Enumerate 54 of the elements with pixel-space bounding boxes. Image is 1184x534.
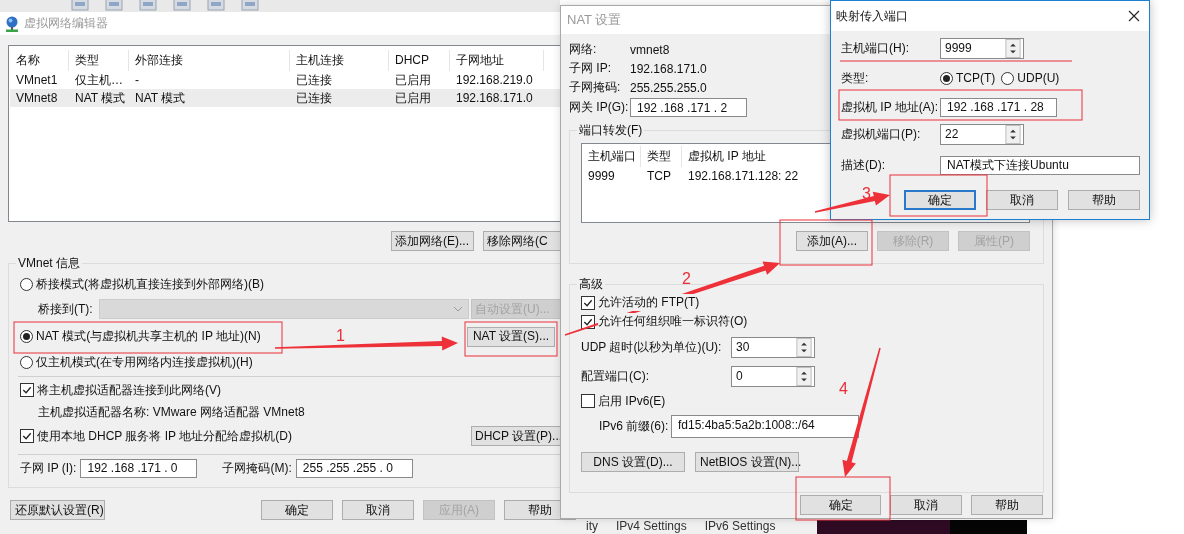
group-title: VMnet 信息 (17, 255, 81, 272)
step-number: 4 (839, 380, 848, 397)
info-value: vmnet8 (630, 42, 670, 57)
table-cell-text: 192.168.219.0 (455, 73, 534, 87)
field-label: 虚拟机端口(P): (841, 125, 922, 143)
table-cell-text: 9999 (587, 169, 616, 183)
radio-label: NAT 模式(与虚拟机共享主机的 IP 地址)(N) (36, 328, 261, 345)
radio-label: 仅主机模式(在专用网络内连接虚拟机)(H) (36, 353, 253, 371)
field-label: 类型: (841, 69, 870, 87)
radio-label: 桥接模式(将虚拟机直接连接到外部网络)(B) (36, 275, 264, 293)
radio-label: UDP(U) (1017, 71, 1060, 85)
field-label: 桥接到(T): (38, 300, 93, 318)
field-label: 虚拟机 IP 地址(A): (841, 98, 940, 116)
table-cell-text: TCP (646, 169, 672, 183)
window-title: NAT 设置 (567, 11, 622, 29)
table-cell-text: 192.168.171.128: 22 (687, 169, 800, 183)
field-label: UDP 超时(以秒为单位)(U): (581, 338, 723, 356)
table-cell-text: NAT 模式 (74, 89, 127, 107)
adapter-name-text: 主机虚拟适配器名称: VMware 网络适配器 VMnet8 (38, 403, 305, 421)
table-cell-text: 已启用 (394, 71, 432, 89)
field-label: 主机端口(H): (841, 39, 910, 57)
table-cell-text: NAT 模式 (134, 89, 187, 107)
tab-label: IPv6 Settings (704, 519, 776, 534)
info-value: 192.168.171.0 (630, 61, 707, 76)
tab-label: IPv4 Settings (616, 519, 687, 534)
field-label: 子网 IP (I): (20, 459, 77, 477)
field-label: 子网掩码(M): (222, 459, 292, 477)
checkbox-label: 允许活动的 FTP(T) (598, 294, 700, 311)
info-label: 子网 IP: (569, 60, 612, 77)
table-cell-text: 192.168.171.0 (455, 91, 534, 105)
checkbox-label: 将主机虚拟适配器连接到此网络(V) (37, 381, 221, 399)
checkbox-label: 允许任何组织唯一标识符(O) (598, 313, 748, 330)
step-number: 3 (862, 185, 871, 202)
table-cell-text: VMnet8 (15, 91, 59, 105)
tab-label: ity (586, 519, 598, 534)
group-title: 端口转发(F) (578, 122, 644, 139)
table-cell-text: 已连接 (295, 71, 333, 89)
checkbox-label: 使用本地 DHCP 服务将 IP 地址分配给虚拟机(D) (37, 427, 292, 445)
table-cell-text: - (134, 73, 140, 87)
step-number: 1 (336, 327, 345, 344)
table-cell-text: 已启用 (394, 89, 432, 107)
window-title: 虚拟网络编辑器 (24, 15, 108, 32)
table-cell-text: 已连接 (295, 89, 333, 107)
window-title: 映射传入端口 (836, 7, 908, 25)
checkbox-label: 启用 IPv6(E) (598, 392, 666, 410)
info-value: 255.255.255.0 (630, 80, 707, 95)
radio-label: TCP(T) (956, 71, 996, 85)
step-number: 2 (682, 270, 691, 287)
field-label: 配置端口(C): (581, 367, 650, 385)
group-title: 高级 (578, 276, 604, 293)
info-label: 网络: (569, 41, 598, 58)
table-cell-text: VMnet1 (15, 73, 59, 87)
field-label: IPv6 前缀(6): (599, 417, 670, 435)
table-cell-text: 仅主机… (74, 71, 124, 89)
